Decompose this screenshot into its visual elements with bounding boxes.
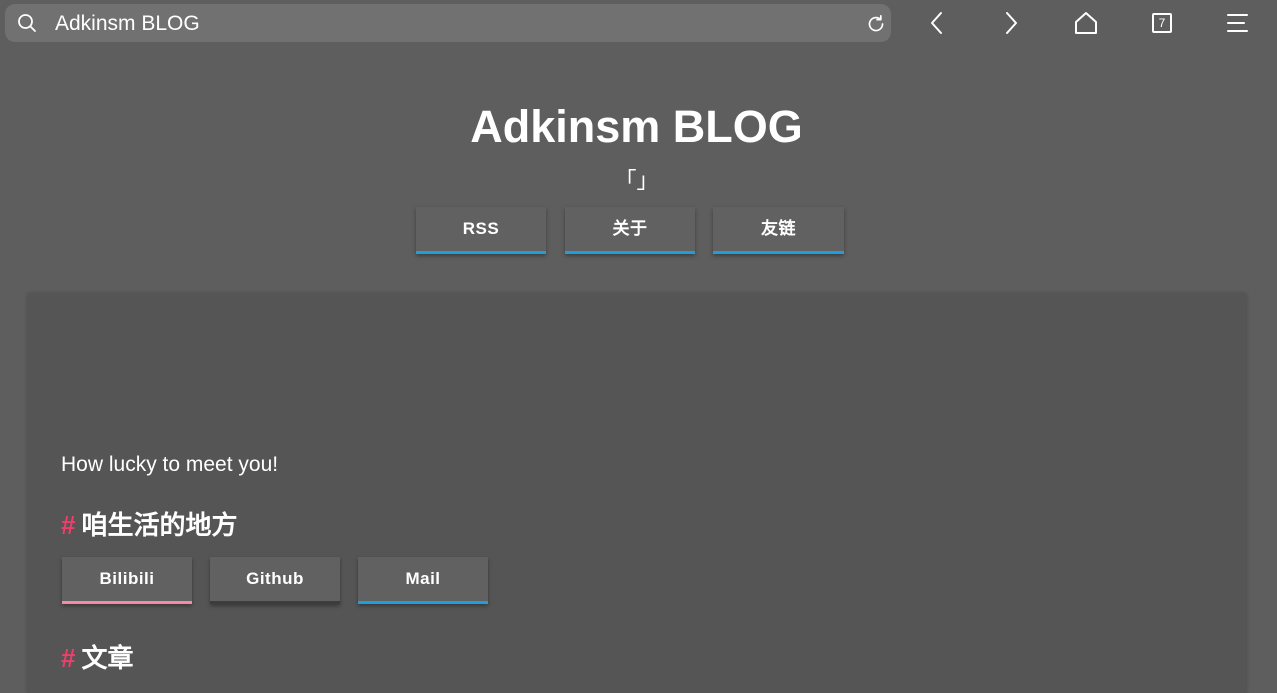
search-icon [18,14,36,32]
scrollbar[interactable] [1270,48,1277,685]
section-heading-life: # 咱生活的地方 [61,509,237,541]
greeting-text: How lucky to meet you! [61,453,279,476]
section-heading-articles: # 文章 [61,642,133,674]
heading-anchor[interactable]: # [61,510,75,540]
rss-button[interactable]: RSS [416,207,546,254]
main-card [28,293,1246,693]
friend-links-button[interactable]: 友链 [713,207,844,254]
section-title: 咱生活的地方 [81,510,238,540]
forward-icon[interactable] [998,10,1024,36]
address-bar[interactable]: Adkinsm BLOG [5,4,891,42]
github-button[interactable]: Github [210,557,340,604]
mail-button[interactable]: Mail [358,557,488,604]
back-icon[interactable] [924,10,950,36]
reload-icon[interactable] [866,14,886,34]
menu-icon[interactable] [1225,10,1251,36]
address-bar-text[interactable]: Adkinsm BLOG [55,13,200,35]
home-icon[interactable] [1073,10,1099,36]
tabs-icon[interactable]: 7 [1152,13,1172,33]
browser-toolbar: Adkinsm BLOG 7 [0,0,1277,48]
section-title: 文章 [81,643,134,673]
site-title: Adkinsm BLOG [470,101,803,152]
heading-anchor[interactable]: # [61,643,75,673]
site-quote: 「」 [614,168,659,193]
bilibili-button[interactable]: Bilibili [62,557,192,604]
about-button[interactable]: 关于 [565,207,695,254]
